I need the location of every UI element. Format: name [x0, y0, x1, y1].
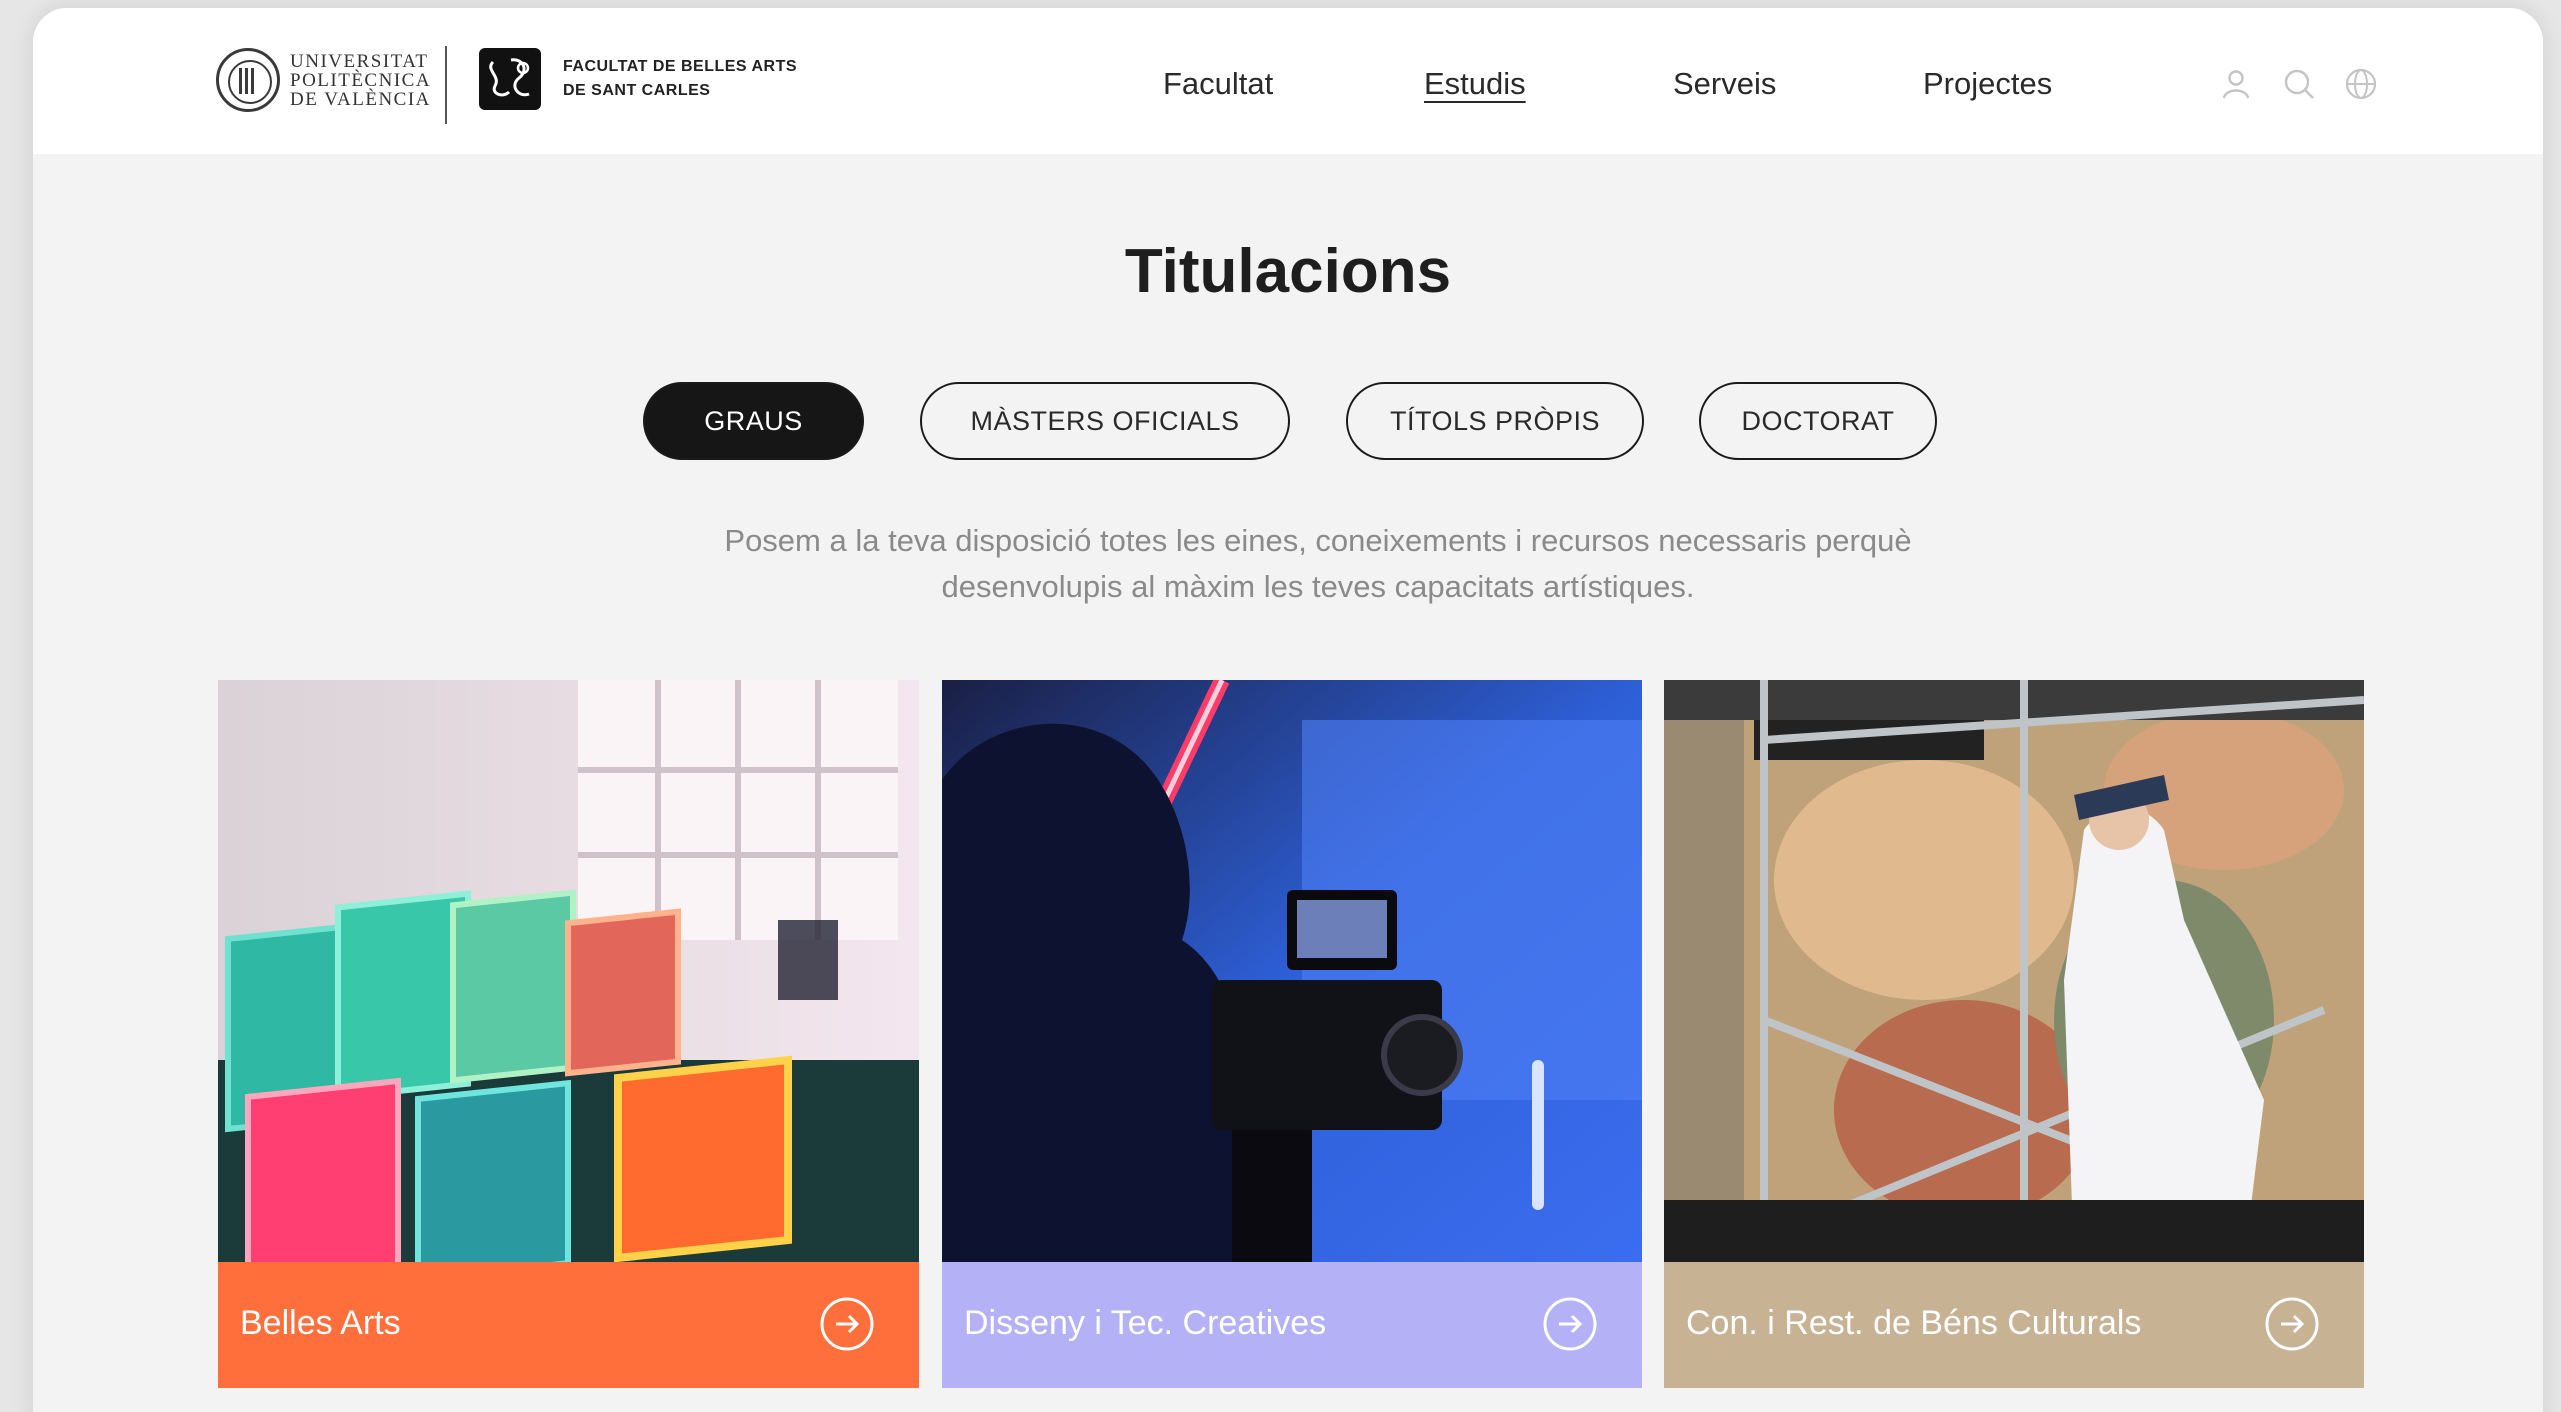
intro-text: Posem a la teva disposició totes les ein… [724, 523, 1912, 604]
arrow-right-circle-icon[interactable] [819, 1296, 875, 1352]
card-belles-arts[interactable]: Belles Arts [218, 680, 919, 1388]
faculty-logo[interactable]: FACULTAT DE BELLES ARTS DE SANT CARLES [479, 48, 797, 110]
user-icon[interactable] [2218, 66, 2254, 102]
tab-doctorat[interactable]: DOCTORAT [1699, 382, 1937, 460]
search-icon[interactable] [2281, 66, 2317, 102]
card-footer-belles-arts[interactable]: Belles Arts [218, 1262, 919, 1388]
nav-facultat[interactable]: Facultat [1163, 66, 1273, 102]
globe-icon[interactable] [2343, 66, 2379, 102]
card-image-camera-operator [942, 680, 1642, 1262]
arrow-right-circle-icon[interactable] [2264, 1296, 2320, 1352]
tab-titols-propis[interactable]: TÍTOLS PRÒPIS [1346, 382, 1644, 460]
card-image-restoration [1664, 680, 2364, 1262]
card-label: Con. i Rest. de Béns Culturals [1686, 1304, 2142, 1342]
browser-frame: UNIVERSITAT POLITÈCNICA DE VALÈNCIA FACU… [33, 8, 2543, 1412]
card-label: Disseny i Tec. Creatives [964, 1304, 1327, 1342]
upv-seal-icon [216, 48, 280, 112]
tab-graus[interactable]: GRAUS [643, 382, 864, 460]
faculty-mark-icon [479, 48, 541, 110]
upv-logo[interactable]: UNIVERSITAT POLITÈCNICA DE VALÈNCIA [216, 48, 431, 112]
nav-projectes[interactable]: Projectes [1923, 66, 2052, 102]
tab-masters-oficials[interactable]: MÀSTERS OFICIALS [920, 382, 1290, 460]
card-footer-disseny[interactable]: Disseny i Tec. Creatives [942, 1262, 1642, 1388]
nav-estudis[interactable]: Estudis [1424, 66, 1526, 102]
nav-serveis[interactable]: Serveis [1673, 66, 1776, 102]
card-footer-conservacio[interactable]: Con. i Rest. de Béns Culturals [1664, 1262, 2364, 1388]
upv-logo-text: UNIVERSITAT POLITÈCNICA DE VALÈNCIA [290, 50, 432, 110]
site-header: UNIVERSITAT POLITÈCNICA DE VALÈNCIA FACU… [33, 8, 2543, 154]
page-title: Titulacions [1124, 237, 1452, 306]
card-image-screen-printing [218, 680, 919, 1262]
card-conservacio[interactable]: Con. i Rest. de Béns Culturals [1664, 680, 2364, 1388]
logo-divider [445, 46, 447, 124]
card-disseny[interactable]: Disseny i Tec. Creatives [942, 680, 1642, 1388]
card-label: Belles Arts [240, 1304, 401, 1342]
arrow-right-circle-icon[interactable] [1542, 1296, 1598, 1352]
faculty-logo-text: FACULTAT DE BELLES ARTS DE SANT CARLES [563, 58, 798, 99]
